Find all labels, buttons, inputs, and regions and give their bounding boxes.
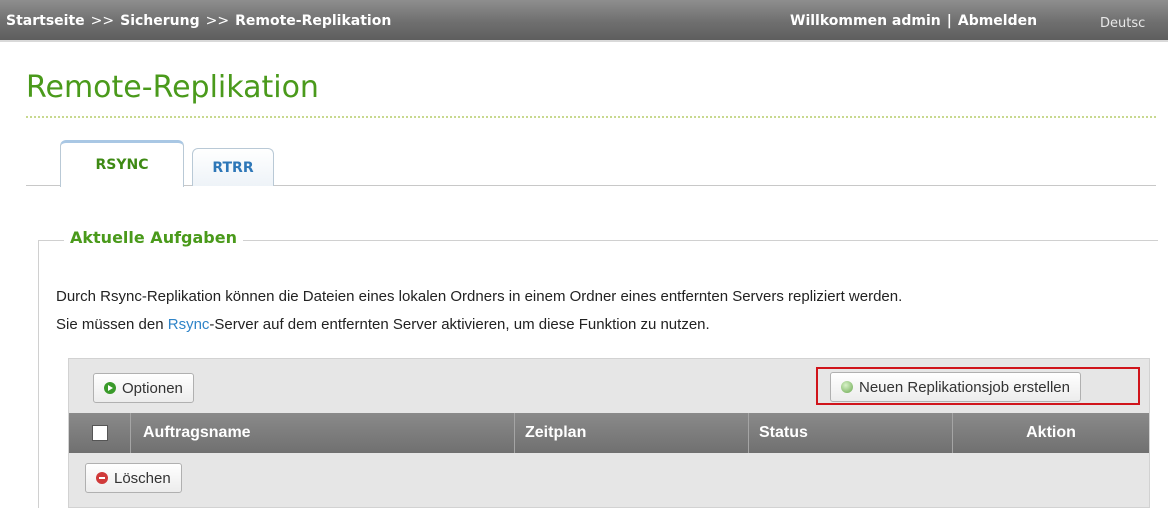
breadcrumb-section[interactable]: Sicherung <box>120 13 200 29</box>
minus-circle-icon <box>96 472 108 484</box>
add-circle-icon <box>841 381 853 393</box>
options-label: Optionen <box>122 379 183 397</box>
description-line-2: Sie müssen den Rsync-Server auf dem entf… <box>56 311 902 339</box>
delete-button[interactable]: Löschen <box>85 463 182 493</box>
top-bar: Startseite >> Sicherung >> Remote-Replikatio… <box>0 0 1168 42</box>
breadcrumb-home[interactable]: Startseite <box>6 13 85 29</box>
tab-rtrr[interactable]: RTRR <box>192 148 274 186</box>
create-replication-job-button[interactable]: Neuen Replikationsjob erstellen <box>830 372 1081 402</box>
play-circle-icon <box>104 382 116 394</box>
title-divider <box>26 116 1156 118</box>
language-selector[interactable]: Deutsc <box>1100 16 1145 31</box>
welcome-text: Willkommen admin <box>790 13 941 29</box>
column-header-job-name[interactable]: Auftragsname <box>131 413 515 453</box>
select-all-checkbox[interactable] <box>91 425 108 441</box>
user-separator: | <box>946 13 952 29</box>
breadcrumb-separator: >> <box>90 13 115 29</box>
select-all-column <box>69 413 131 453</box>
logout-link[interactable]: Abmelden <box>958 13 1037 29</box>
user-area: Willkommen admin | Abmelden <box>790 13 1037 29</box>
tab-rsync[interactable]: RSYNC <box>60 140 184 187</box>
column-header-action: Aktion <box>1026 424 1076 441</box>
column-header-status[interactable]: Status <box>749 413 953 453</box>
page-title: Remote-Replikation <box>26 70 319 105</box>
description-text: -Server auf dem entfernten Server aktivi… <box>209 316 710 333</box>
description-text: Sie müssen den <box>56 316 168 333</box>
section-description: Durch Rsync-Replikation können die Datei… <box>56 283 902 339</box>
breadcrumb-separator: >> <box>205 13 230 29</box>
table-header: Auftragsname Zeitplan Status Aktion <box>69 413 1149 453</box>
rsync-link[interactable]: Rsync <box>168 316 210 333</box>
tab-bar: RSYNC RTRR <box>26 138 1156 187</box>
create-label: Neuen Replikationsjob erstellen <box>859 378 1070 396</box>
description-line-1: Durch Rsync-Replikation können die Datei… <box>56 288 903 305</box>
column-header-schedule[interactable]: Zeitplan <box>515 413 749 453</box>
job-grid-panel: Optionen Neuen Replikationsjob erstellen… <box>68 358 1150 508</box>
options-button[interactable]: Optionen <box>93 373 194 403</box>
section-legend: Aktuelle Aufgaben <box>64 228 243 247</box>
breadcrumb: Startseite >> Sicherung >> Remote-Replikatio… <box>6 13 391 29</box>
breadcrumb-current: Remote-Replikation <box>235 13 392 29</box>
delete-label: Löschen <box>114 469 171 487</box>
